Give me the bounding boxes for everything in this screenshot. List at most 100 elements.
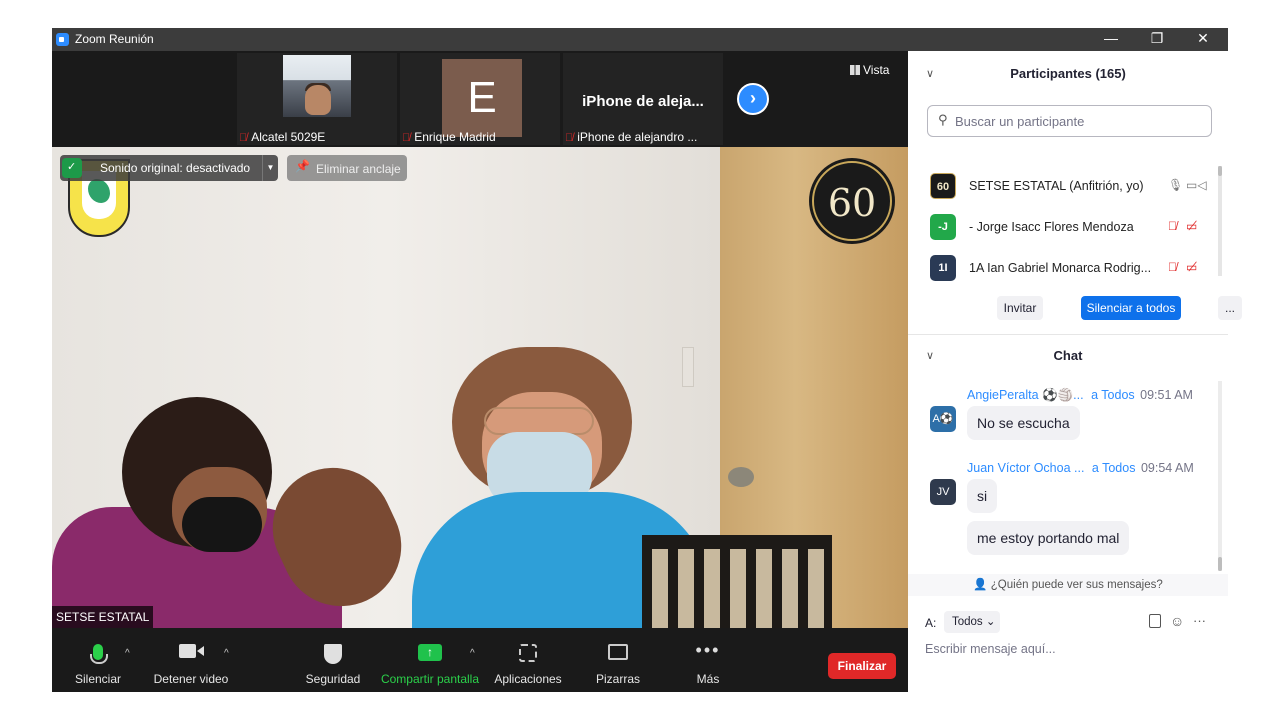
- mute-label: Silenciar: [74, 672, 122, 686]
- stop-video-button[interactable]: Detener video: [148, 628, 234, 692]
- invite-button[interactable]: Invitar: [997, 296, 1043, 320]
- view-label: Vista: [863, 63, 890, 77]
- camera-off-icon[interactable]: ▭̸: [1186, 260, 1197, 274]
- recipient-label: A:: [925, 616, 937, 630]
- apps-icon: [519, 644, 537, 662]
- share-screen-button[interactable]: ↑ Compartir pantalla: [378, 628, 482, 692]
- share-screen-icon: ↑: [418, 644, 442, 661]
- unpin-button[interactable]: 📌 Eliminar anclaje: [287, 155, 407, 181]
- search-placeholder: Buscar un participante: [955, 114, 1085, 129]
- whiteboard-label: Pizarras: [595, 672, 640, 686]
- thumbnail-name: Enrique Madrid: [414, 130, 496, 144]
- scene-chair: [642, 535, 832, 628]
- title-bar: Zoom Reunión — ❐ ✕: [52, 28, 1228, 51]
- file-icon[interactable]: [1149, 614, 1161, 628]
- share-options-caret[interactable]: ^: [470, 648, 475, 659]
- recipient-select[interactable]: Todos ⌄: [944, 611, 1000, 633]
- camera-off-icon[interactable]: ▭̸: [1186, 219, 1197, 233]
- speaker-name-label: SETSE ESTATAL: [52, 606, 154, 628]
- chat-timestamp: 09:51 AM: [1140, 388, 1193, 402]
- search-icon: ⚲: [938, 112, 948, 127]
- thumbnail-nameplate: 🎙̸ Enrique Madrid: [402, 130, 496, 144]
- view-button[interactable]: Vista: [850, 63, 889, 77]
- chat-bubble: me estoy portando mal: [967, 521, 1130, 555]
- pin-icon: 📌: [295, 159, 310, 173]
- thumbnail-nameplate: 🎙̸ iPhone de alejandro ...: [565, 130, 697, 144]
- participant-row[interactable]: 60 SETSE ESTATAL (Anfitrión, yo) 🎙 ▭◁: [928, 169, 1208, 203]
- security-shield-icon: [62, 158, 82, 178]
- thumbnail-tile[interactable]: 🎙̸ Alcatel 5029E: [237, 53, 397, 145]
- chat-message-input[interactable]: Escribir mensaje aquí...: [925, 642, 1215, 662]
- next-page-arrow-icon[interactable]: ›: [737, 83, 769, 115]
- participant-name: SETSE ESTATAL (Anfitrión, yo): [969, 179, 1144, 193]
- chat-timestamp: 09:54 AM: [1140, 461, 1194, 475]
- chat-recipient: a Todos: [1091, 388, 1135, 402]
- section-divider: [908, 334, 1228, 335]
- original-sound-toggle[interactable]: Sonido original: desactivado ▼: [60, 155, 278, 181]
- microphone-icon[interactable]: 🎙: [1168, 178, 1183, 192]
- who-can-see-label: ¿Quién puede ver sus mensajes?: [990, 579, 1163, 591]
- participant-video: [283, 55, 351, 117]
- apps-button[interactable]: Aplicaciones: [490, 628, 566, 692]
- chat-bubble: si: [967, 479, 998, 513]
- zoom-app-icon: [56, 33, 69, 46]
- mic-muted-icon: 🎙̸: [239, 132, 248, 144]
- participants-scrollbar[interactable]: [1218, 166, 1222, 276]
- mic-muted-icon: 🎙̸: [402, 132, 411, 144]
- video-options-caret[interactable]: ^: [224, 648, 229, 659]
- security-label: Seguridad: [305, 672, 361, 686]
- chevron-down-icon[interactable]: ▼: [262, 155, 278, 181]
- end-meeting-button[interactable]: Finalizar: [828, 653, 896, 679]
- chat-sender[interactable]: AngiePeralta ⚽🏐...: [967, 388, 1084, 402]
- chat-message-header: Juan Víctor Ochoa ... a Todos 09:54 AM: [967, 461, 1194, 475]
- chat-recipient: a Todos: [1091, 461, 1136, 475]
- person-icon: 👤: [973, 579, 988, 591]
- apps-label: Aplicaciones: [494, 672, 562, 686]
- chat-sender[interactable]: Juan Víctor Ochoa ...: [967, 461, 1084, 475]
- participant-row[interactable]: -J - Jorge Isacc Flores Mendoza 🎙̸ ▭̸: [928, 210, 1208, 244]
- emoji-icon[interactable]: ☺: [1170, 613, 1184, 629]
- participant-row[interactable]: 1I 1A Ian Gabriel Monarca Rodrig... 🎙̸ ▭…: [928, 251, 1208, 285]
- whiteboard-icon: [608, 644, 628, 660]
- thumbnail-tile[interactable]: iPhone de aleja... 🎙̸ iPhone de alejandro…: [563, 53, 723, 145]
- main-video-feed: 60 Sonido original: desactivado ▼ 📌 Elim…: [52, 147, 908, 628]
- grid-view-icon: [850, 65, 860, 75]
- more-options-icon[interactable]: ···: [1193, 613, 1206, 628]
- close-button[interactable]: ✕: [1180, 28, 1226, 51]
- thumbnail-tile[interactable]: E 🎙̸ Enrique Madrid: [400, 53, 560, 145]
- chat-title: Chat: [1053, 348, 1083, 363]
- security-button[interactable]: Seguridad: [300, 628, 366, 692]
- anniversary-60-logo: 60: [812, 161, 892, 241]
- chat-avatar: A⚽: [930, 406, 956, 432]
- participants-more-button[interactable]: ...: [1218, 296, 1242, 320]
- participant-search-input[interactable]: ⚲ Buscar un participante: [927, 105, 1212, 137]
- minimize-button[interactable]: —: [1088, 28, 1134, 51]
- collapse-chevron-icon[interactable]: ∨: [926, 349, 934, 362]
- participant-name: 1A Ian Gabriel Monarca Rodrig...: [969, 261, 1152, 275]
- mute-button[interactable]: Silenciar: [66, 628, 130, 692]
- audio-options-caret[interactable]: ^: [125, 648, 130, 659]
- participant-avatar: E: [442, 59, 522, 137]
- whiteboard-button[interactable]: Pizarras: [590, 628, 646, 692]
- recipient-value: Todos: [952, 616, 983, 628]
- collapse-chevron-icon[interactable]: ∨: [926, 67, 934, 80]
- mute-all-button[interactable]: Silenciar a todos: [1081, 296, 1181, 320]
- participant-avatar: 60: [930, 173, 956, 199]
- mic-muted-icon[interactable]: 🎙̸: [1168, 219, 1177, 233]
- side-panel: ∨ Participantes (165) ⚲ Buscar un partic…: [908, 51, 1242, 692]
- who-can-see-messages-link[interactable]: 👤 ¿Quién puede ver sus mensajes?: [908, 574, 1228, 596]
- participant-avatar: -J: [930, 214, 956, 240]
- share-label: Compartir pantalla: [380, 672, 480, 686]
- chat-recipient-row: A: Todos ⌄ ☺ ···: [925, 611, 1215, 633]
- restore-button[interactable]: ❐: [1134, 28, 1180, 51]
- more-button[interactable]: ••• Más: [682, 628, 734, 692]
- meeting-toolbar: Silenciar ^ Detener video ^ Seguridad ↑ …: [52, 628, 908, 692]
- more-label: Más: [696, 672, 720, 686]
- mic-muted-icon[interactable]: 🎙̸: [1168, 260, 1177, 274]
- participants-header: ∨ Participantes (165): [908, 54, 1228, 94]
- thumbnail-strip: 🎙̸ Alcatel 5029E E 🎙̸ Enrique Madrid iPhon…: [52, 51, 908, 147]
- participant-avatar: 1I: [930, 255, 956, 281]
- chat-scrollbar[interactable]: [1218, 381, 1222, 571]
- camera-icon[interactable]: ▭◁: [1186, 178, 1207, 192]
- chat-message-header: AngiePeralta ⚽🏐... a Todos 09:51 AM: [967, 388, 1193, 403]
